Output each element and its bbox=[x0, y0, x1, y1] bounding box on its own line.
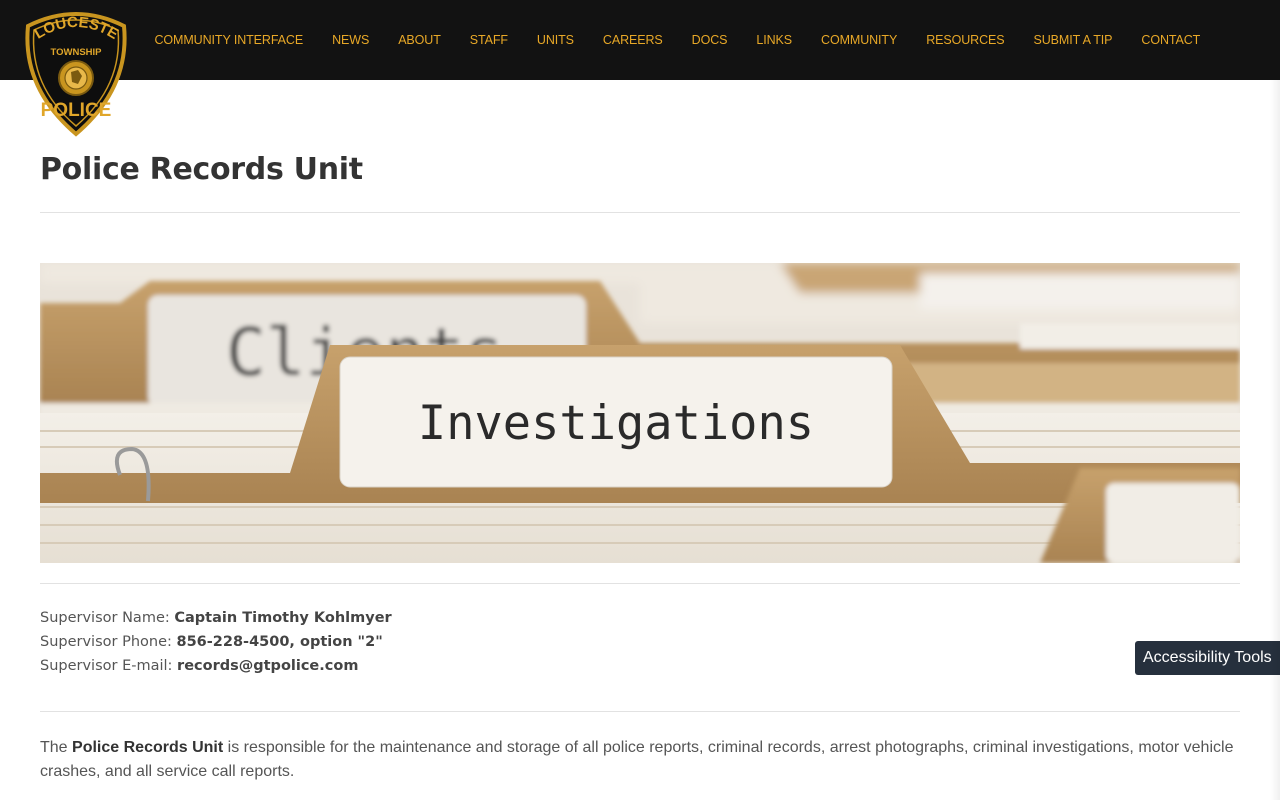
supervisor-name-label: Supervisor Name: bbox=[40, 610, 170, 626]
nav-community-interface[interactable]: COMMUNITY INTERFACE bbox=[140, 33, 318, 47]
supervisor-phone-row: Supervisor Phone: 856-228-4500, option "… bbox=[40, 630, 1240, 654]
supervisor-info: Supervisor Name: Captain Timothy Kohlmye… bbox=[40, 606, 1240, 678]
page-edge-shadow bbox=[1270, 80, 1280, 800]
nav-docs[interactable]: DOCS bbox=[677, 33, 742, 47]
svg-text:TOWNSHIP: TOWNSHIP bbox=[50, 47, 102, 58]
supervisor-name-row: Supervisor Name: Captain Timothy Kohlmye… bbox=[40, 606, 1240, 630]
svg-text:Investigations: Investigations bbox=[418, 396, 814, 451]
supervisor-name: Captain Timothy Kohlmyer bbox=[174, 610, 392, 626]
supervisor-email-link[interactable]: records@gtpolice.com bbox=[177, 658, 358, 674]
nav-units[interactable]: UNITS bbox=[522, 33, 588, 47]
nav-links[interactable]: LINKS bbox=[742, 33, 807, 47]
badge-icon: GLOUCESTER TOWNSHIP POLICE bbox=[20, 8, 127, 137]
nav-resources[interactable]: RESOURCES bbox=[912, 33, 1019, 47]
supervisor-phone[interactable]: 856-228-4500, option "2" bbox=[177, 634, 383, 650]
file-folders-image: Clients Investigations bbox=[40, 263, 1240, 563]
nav-staff[interactable]: STAFF bbox=[455, 33, 522, 47]
nav-careers[interactable]: CAREERS bbox=[588, 33, 677, 47]
nav-about[interactable]: ABOUT bbox=[384, 33, 456, 47]
title-divider bbox=[40, 212, 1240, 213]
nav-contact[interactable]: CONTACT bbox=[1127, 33, 1215, 47]
unit-description: The Police Records Unit is responsible f… bbox=[40, 736, 1240, 784]
description-unit-name: Police Records Unit bbox=[72, 739, 224, 756]
svg-text:POLICE: POLICE bbox=[41, 100, 112, 121]
hero-image: Clients Investigations bbox=[40, 263, 1240, 563]
description-prefix: The bbox=[40, 739, 68, 756]
police-badge-logo[interactable]: GLOUCESTER TOWNSHIP POLICE bbox=[20, 8, 132, 138]
info-divider bbox=[40, 711, 1240, 712]
nav-community[interactable]: COMMUNITY bbox=[807, 33, 912, 47]
hero-divider bbox=[40, 583, 1240, 584]
supervisor-phone-label: Supervisor Phone: bbox=[40, 634, 172, 650]
supervisor-email-label: Supervisor E-mail: bbox=[40, 658, 173, 674]
nav-submit-a-tip[interactable]: SUBMIT A TIP bbox=[1019, 33, 1127, 47]
accessibility-tools-button[interactable]: Accessibility Tools bbox=[1135, 641, 1280, 675]
main-nav: COMMUNITY INTERFACE NEWS ABOUT STAFF UNI… bbox=[140, 0, 1215, 80]
nav-news[interactable]: NEWS bbox=[318, 33, 384, 47]
supervisor-email-row: Supervisor E-mail: records@gtpolice.com bbox=[40, 654, 1240, 678]
page-title: Police Records Unit bbox=[40, 152, 363, 187]
